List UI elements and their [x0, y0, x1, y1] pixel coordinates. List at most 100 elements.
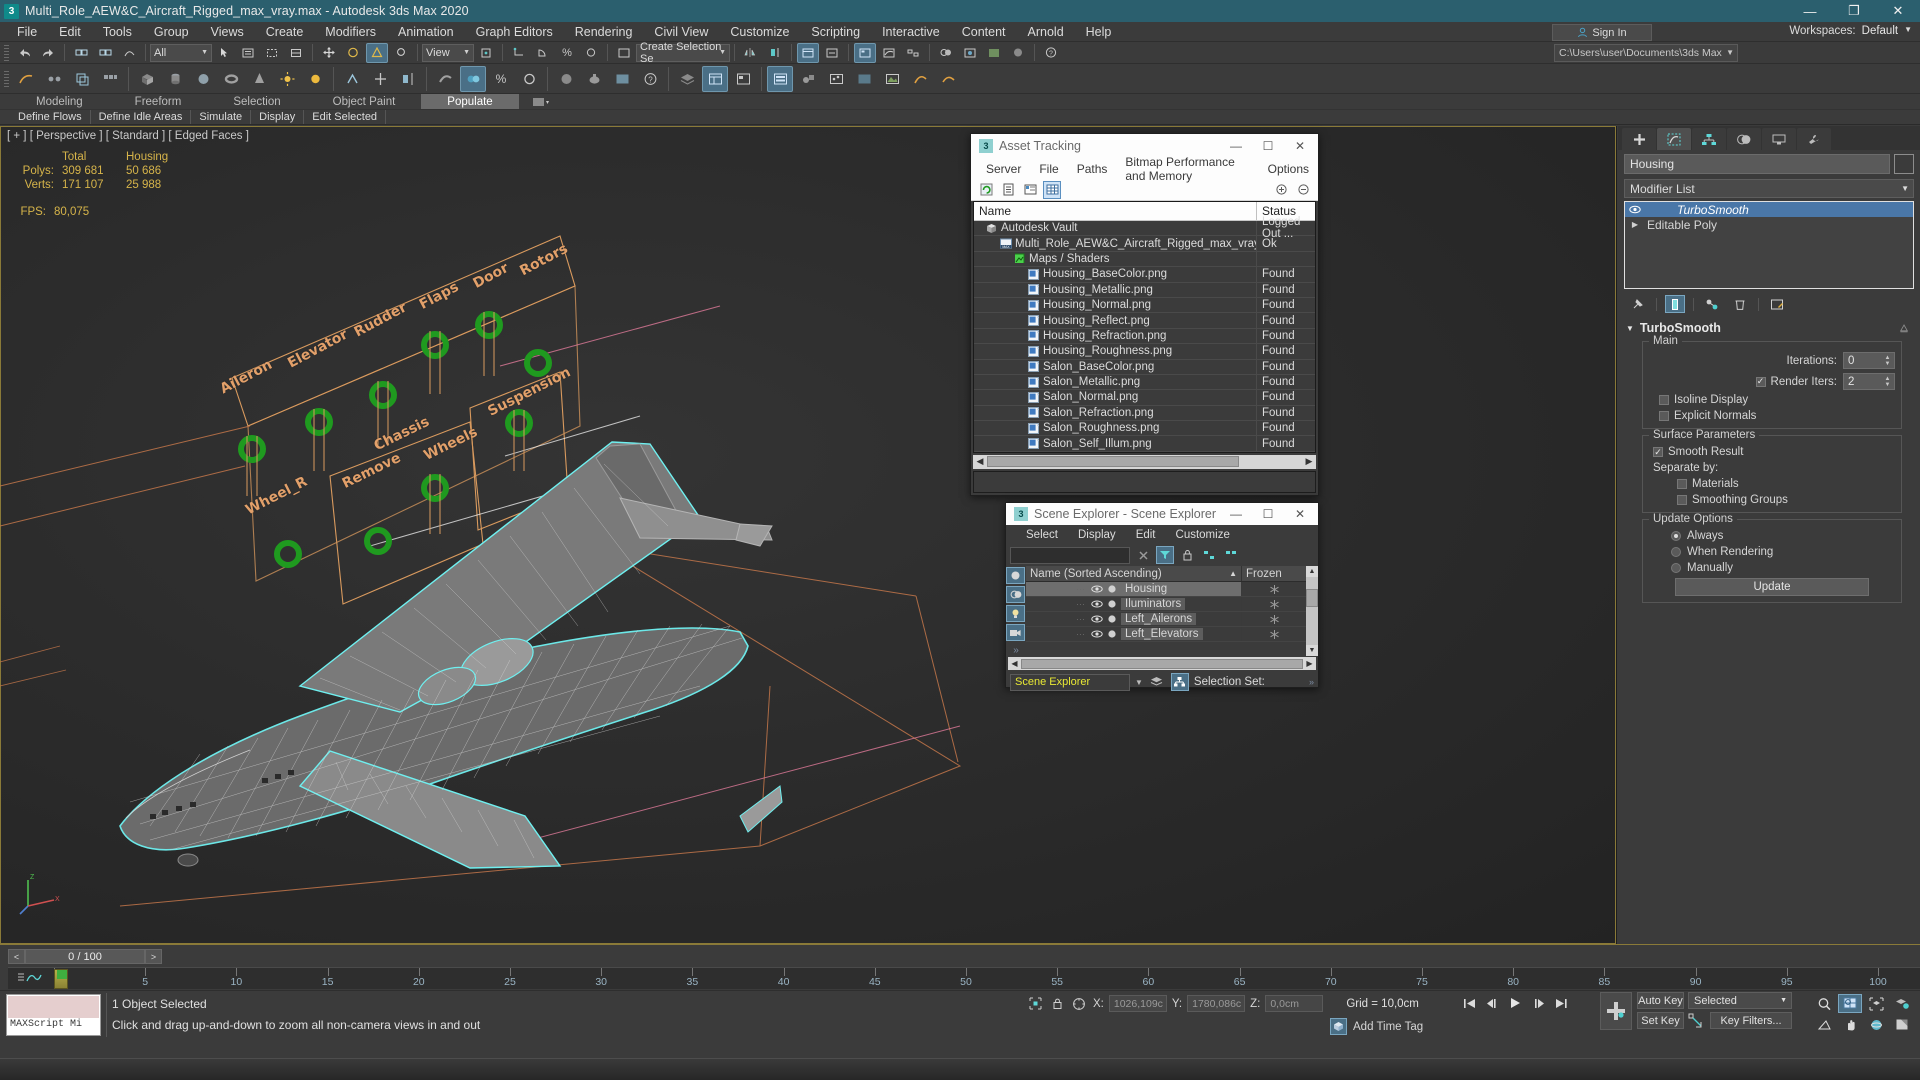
- snapshot-icon[interactable]: [13, 66, 39, 92]
- close-button[interactable]: ✕: [1876, 0, 1920, 22]
- select-and-scale-icon[interactable]: [366, 42, 388, 63]
- filter-geometry-icon[interactable]: [1006, 567, 1025, 584]
- filter-icon[interactable]: [1156, 546, 1174, 564]
- asset-row[interactable]: Salon_BaseColor.png Found: [974, 359, 1315, 375]
- update-mode-manually-radio[interactable]: [1671, 563, 1681, 573]
- scene-explorer-expand-chevron[interactable]: »: [1006, 645, 1026, 656]
- spinner-tool-icon[interactable]: [516, 66, 542, 92]
- frozen-toggle-icon[interactable]: [1242, 614, 1306, 625]
- filter-cameras-icon[interactable]: [1006, 624, 1025, 641]
- update-mode-always-radio[interactable]: [1671, 531, 1681, 541]
- pan-view-icon[interactable]: [1838, 1015, 1862, 1034]
- show-end-result-icon[interactable]: [1665, 295, 1685, 313]
- add-time-tag-control[interactable]: Add Time Tag: [1330, 1018, 1423, 1035]
- eye-icon[interactable]: [1629, 205, 1641, 214]
- hose-icon[interactable]: [432, 66, 458, 92]
- menu-item-interactive[interactable]: Interactive: [871, 23, 951, 41]
- object-name-field[interactable]: Housing: [1624, 154, 1890, 174]
- lock-icon[interactable]: [1178, 546, 1196, 564]
- scene-explorer-panel[interactable]: 3 Scene Explorer - Scene Explorer — ☐ ✕ …: [1005, 502, 1319, 691]
- z-coord-field[interactable]: 0,0cm: [1265, 995, 1324, 1012]
- create-cone-icon[interactable]: [246, 66, 272, 92]
- zoom-extents-all-icon[interactable]: [1890, 994, 1914, 1013]
- timeline-track[interactable]: 5 10 15 20 25 30 35 40 45 50 55 60 65 70 75 80 85 90 95 100: [8, 967, 1920, 989]
- scene-explorer-row[interactable]: ··· Left_Elevators: [1026, 627, 1306, 642]
- frozen-toggle-icon[interactable]: [1242, 629, 1306, 640]
- schematic-view-icon[interactable]: [902, 43, 924, 63]
- asset-row[interactable]: Housing_BaseColor.png Found: [974, 267, 1315, 283]
- select-and-move-icon[interactable]: [318, 43, 340, 63]
- key-filter-toggle-icon[interactable]: [1688, 1013, 1706, 1029]
- asset-row[interactable]: Housing_Metallic.png Found: [974, 282, 1315, 298]
- asset-tracking-panel[interactable]: 3 Asset Tracking — ☐ ✕ Server File Paths…: [970, 133, 1319, 496]
- scene-explorer-row[interactable]: ··· Left_Ailerons: [1026, 612, 1306, 627]
- menu-item-edit[interactable]: Edit: [48, 23, 92, 41]
- particle-flow-icon[interactable]: [823, 66, 849, 92]
- create-tab[interactable]: [1622, 128, 1656, 150]
- scroll-right-icon[interactable]: ▶: [1303, 659, 1316, 668]
- scroll-down-icon[interactable]: ▼: [1306, 645, 1318, 656]
- hierarchy-tab[interactable]: [1692, 128, 1726, 150]
- project-path-field[interactable]: C:\Users\user\Documents\3ds Max 2020 ▼: [1554, 43, 1738, 62]
- edit-named-selection-icon[interactable]: [613, 43, 635, 63]
- normal-align-icon[interactable]: [339, 66, 365, 92]
- play-animation-icon[interactable]: [1506, 994, 1525, 1012]
- scene-column-frozen[interactable]: Frozen: [1242, 566, 1306, 581]
- frozen-toggle-icon[interactable]: [1242, 584, 1306, 595]
- explicit-normals-checkbox[interactable]: [1659, 411, 1669, 421]
- render-teapot-icon[interactable]: [581, 66, 607, 92]
- workspaces-control[interactable]: Workspaces: Default ▼: [1789, 25, 1912, 37]
- asset-row[interactable]: Salon_Refraction.png Found: [974, 405, 1315, 422]
- toggle-ribbon-icon[interactable]: [854, 42, 876, 63]
- spacing-tool-icon[interactable]: [41, 66, 67, 92]
- pin-stack-icon[interactable]: [1628, 295, 1648, 313]
- minimize-button[interactable]: —: [1788, 0, 1832, 22]
- state-sets-icon[interactable]: [907, 66, 933, 92]
- smooth-result-checkbox[interactable]: ✓: [1653, 447, 1663, 457]
- scene-column-name[interactable]: Name (Sorted Ascending) ▲: [1026, 566, 1242, 581]
- update-mode-when-rendering-row[interactable]: When Rendering: [1649, 546, 1895, 558]
- asset-row[interactable]: Salon_Normal.png Found: [974, 390, 1315, 406]
- scrollbar-thumb[interactable]: [1306, 589, 1318, 607]
- bind-to-space-warp-icon[interactable]: [118, 43, 140, 63]
- asset-row[interactable]: Housing_Normal.png Found: [974, 297, 1315, 314]
- smoothing-groups-checkbox[interactable]: [1677, 495, 1687, 505]
- sign-in-button[interactable]: Sign In: [1552, 24, 1652, 41]
- asset-menu-file[interactable]: File: [1030, 162, 1067, 176]
- x-coord-field[interactable]: 1026,109c: [1108, 995, 1167, 1012]
- display-tab[interactable]: [1762, 128, 1796, 150]
- asset-tracking-path-field[interactable]: [973, 470, 1316, 493]
- refresh-icon[interactable]: [977, 181, 995, 199]
- render-iters-spinner[interactable]: 2 ▲ ▼: [1843, 373, 1895, 390]
- scene-explorer-row[interactable]: ··· Iluminators: [1026, 597, 1306, 612]
- help-icon[interactable]: ?: [1040, 43, 1062, 63]
- menu-item-views[interactable]: Views: [200, 23, 255, 41]
- ribbon-tab-modeling[interactable]: Modeling: [10, 94, 109, 109]
- menu-item-arnold[interactable]: Arnold: [1017, 23, 1075, 41]
- asset-menu-server[interactable]: Server: [977, 162, 1030, 176]
- percent-snap-icon[interactable]: %: [556, 43, 578, 63]
- asset-tracking-close-button[interactable]: ✕: [1284, 134, 1316, 158]
- reference-coordinate-combo[interactable]: View ▼: [422, 43, 474, 62]
- array-icon[interactable]: [97, 66, 123, 92]
- walkthrough-icon[interactable]: [935, 66, 961, 92]
- maxscript-pink-field[interactable]: [8, 996, 99, 1018]
- y-coord-field[interactable]: 1780,086c: [1187, 995, 1246, 1012]
- asset-menu-bitmap-performance[interactable]: Bitmap Performance and Memory: [1116, 155, 1258, 183]
- menu-item-modifiers[interactable]: Modifiers: [314, 23, 387, 41]
- prev-frame-button[interactable]: <: [8, 949, 25, 964]
- render-to-texture-icon[interactable]: [879, 66, 905, 92]
- modifier-stack-item-turbosmooth[interactable]: TurboSmooth: [1625, 202, 1913, 217]
- next-frame-icon[interactable]: [1529, 994, 1548, 1012]
- toolbar-gripper-2[interactable]: [4, 70, 9, 87]
- scene-horizontal-scrollbar[interactable]: ◀ ▶: [1008, 657, 1316, 670]
- eye-icon[interactable]: [1091, 615, 1103, 623]
- asset-row[interactable]: MAX Multi_Role_AEW&C_Aircraft_Rigged_max_…: [974, 236, 1315, 252]
- scroll-left-icon[interactable]: ◀: [973, 456, 987, 467]
- render-preview-icon[interactable]: [553, 66, 579, 92]
- next-frame-button[interactable]: >: [145, 949, 162, 964]
- scroll-left-icon[interactable]: ◀: [1008, 659, 1021, 668]
- smoothing-groups-row[interactable]: Smoothing Groups: [1649, 494, 1895, 506]
- mass-fx-icon[interactable]: [795, 66, 821, 92]
- light-lister-icon[interactable]: [851, 66, 877, 92]
